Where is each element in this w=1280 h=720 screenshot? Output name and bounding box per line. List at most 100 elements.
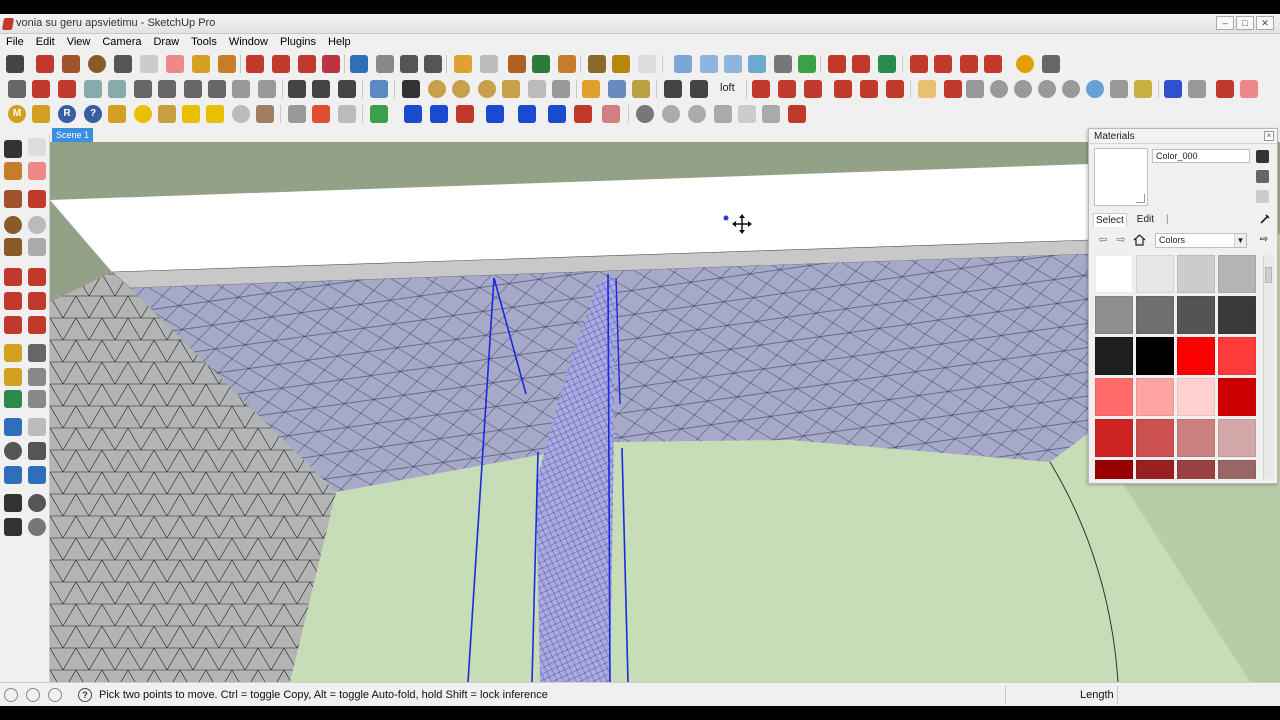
tab-edit[interactable]: Edit xyxy=(1135,213,1156,227)
library-dropdown[interactable]: Colors ▼ xyxy=(1155,233,1247,248)
color-swatch[interactable] xyxy=(1136,296,1174,334)
color-swatch[interactable] xyxy=(1177,419,1215,457)
orbit-icon[interactable] xyxy=(4,418,22,436)
eraser-icon[interactable] xyxy=(28,162,46,180)
circle-tool-icon[interactable] xyxy=(88,55,106,73)
rotate-tool-icon[interactable] xyxy=(298,55,316,73)
polygon-shape-icon[interactable] xyxy=(1038,80,1056,98)
plugin-gear-icon[interactable] xyxy=(662,105,680,123)
3d-text-icon[interactable] xyxy=(108,80,126,98)
zoom-tool-icon[interactable] xyxy=(400,55,418,73)
polygon-icon[interactable] xyxy=(4,238,22,256)
menu-help[interactable]: Help xyxy=(322,34,357,50)
eyedropper-icon[interactable] xyxy=(1259,213,1271,225)
sample-paint-icon[interactable] xyxy=(1256,190,1269,203)
eraser-tool-icon[interactable] xyxy=(166,55,184,73)
plugin-sun-icon[interactable] xyxy=(256,105,274,123)
plugin-slash-icon[interactable] xyxy=(486,105,504,123)
menu-window[interactable]: Window xyxy=(223,34,274,50)
component-icon[interactable] xyxy=(582,80,600,98)
plugin-r-icon[interactable]: R xyxy=(58,105,76,123)
swatch-scrollbar[interactable] xyxy=(1263,255,1273,479)
plugin-cube-icon[interactable] xyxy=(370,105,388,123)
help-icon[interactable]: ? xyxy=(78,688,92,702)
color-swatch[interactable] xyxy=(1095,378,1133,416)
group-icon[interactable] xyxy=(632,80,650,98)
smoove-icon[interactable] xyxy=(960,55,978,73)
arc-tool-icon[interactable] xyxy=(114,55,132,73)
plugin-grid-icon[interactable] xyxy=(288,105,306,123)
zoom-window-icon[interactable] xyxy=(28,442,46,460)
rect-shape-icon[interactable] xyxy=(966,80,984,98)
iso-view-icon[interactable] xyxy=(674,55,692,73)
forward-arrow-icon[interactable]: ⇨ xyxy=(1115,234,1127,246)
menu-tools[interactable]: Tools xyxy=(185,34,223,50)
plugin-undo-icon[interactable] xyxy=(548,105,566,123)
cone-icon[interactable] xyxy=(478,80,496,98)
plugin-magnet-icon[interactable] xyxy=(312,105,330,123)
default-material-icon[interactable] xyxy=(1256,170,1269,183)
fredo-tool-icon[interactable] xyxy=(1216,80,1234,98)
dimension-icon[interactable] xyxy=(32,80,50,98)
offset-tool-icon[interactable] xyxy=(134,80,152,98)
orbit-tool-icon[interactable] xyxy=(350,55,368,73)
bevel-icon[interactable] xyxy=(886,80,904,98)
top-view-icon[interactable] xyxy=(700,55,718,73)
star-tool-icon[interactable] xyxy=(338,80,356,98)
color-swatch[interactable] xyxy=(1136,419,1174,457)
followme-icon[interactable] xyxy=(28,292,46,310)
color-swatch[interactable] xyxy=(1218,255,1256,293)
zoom-extents-icon[interactable] xyxy=(424,55,442,73)
vector-push-pull-icon[interactable] xyxy=(778,80,796,98)
color-swatch[interactable] xyxy=(1177,337,1215,375)
color-swatch[interactable] xyxy=(1177,378,1215,416)
lasso-icon[interactable] xyxy=(1164,80,1182,98)
left-view-icon[interactable] xyxy=(798,55,816,73)
geo-location-icon[interactable] xyxy=(4,688,18,702)
plugin-hand-icon[interactable] xyxy=(602,105,620,123)
color-swatch[interactable] xyxy=(1095,419,1133,457)
credits-icon[interactable] xyxy=(26,688,40,702)
guide-icon[interactable] xyxy=(312,80,330,98)
menu-draw[interactable]: Draw xyxy=(147,34,185,50)
user-icon[interactable] xyxy=(48,688,62,702)
plugin-spot-icon[interactable] xyxy=(206,105,224,123)
details-arrow-icon[interactable]: ⇨ xyxy=(1258,234,1270,246)
plugin-lamp-icon[interactable] xyxy=(158,105,176,123)
materials-close-button[interactable]: × xyxy=(1264,131,1274,141)
back-arrow-icon[interactable]: ⇦ xyxy=(1097,234,1109,246)
style-builder-icon[interactable] xyxy=(638,55,656,73)
arc-shape-icon[interactable] xyxy=(1062,80,1080,98)
measure-icon[interactable] xyxy=(370,80,388,98)
share-model-icon[interactable] xyxy=(480,55,498,73)
close-button[interactable]: ✕ xyxy=(1256,16,1274,30)
plugin-updown-icon[interactable] xyxy=(430,105,448,123)
sandbox-from-scratch-icon[interactable] xyxy=(934,55,952,73)
color-swatch[interactable] xyxy=(1136,378,1174,416)
color-swatch[interactable] xyxy=(1136,460,1174,479)
polyline-icon[interactable] xyxy=(1110,80,1128,98)
section-display-icon[interactable] xyxy=(852,55,870,73)
tab-select[interactable]: Select xyxy=(1093,213,1127,227)
plugin-flag-icon[interactable] xyxy=(182,105,200,123)
section-plane-icon[interactable] xyxy=(828,55,846,73)
torus-icon[interactable] xyxy=(502,80,520,98)
paint-icon[interactable] xyxy=(4,162,22,180)
photo-textures-icon[interactable] xyxy=(558,55,576,73)
axes-icon[interactable] xyxy=(8,80,26,98)
color-swatch[interactable] xyxy=(1095,460,1133,479)
plugin-m-icon[interactable]: M xyxy=(8,105,26,123)
plugin-label-icon[interactable] xyxy=(108,105,126,123)
push-pull-icon[interactable] xyxy=(246,55,264,73)
component-tool-icon[interactable] xyxy=(28,138,46,156)
intersect-icon[interactable] xyxy=(184,80,202,98)
fredo-scale-icon[interactable] xyxy=(1240,80,1258,98)
section-icon[interactable] xyxy=(28,518,46,536)
normal-push-pull-icon[interactable] xyxy=(804,80,822,98)
plugin-tri-icon[interactable] xyxy=(338,105,356,123)
back-view-icon[interactable] xyxy=(774,55,792,73)
plugin-down-icon[interactable] xyxy=(456,105,474,123)
color-swatch[interactable] xyxy=(1218,296,1256,334)
preferences-icon[interactable] xyxy=(1016,55,1034,73)
circle-icon[interactable] xyxy=(4,216,22,234)
